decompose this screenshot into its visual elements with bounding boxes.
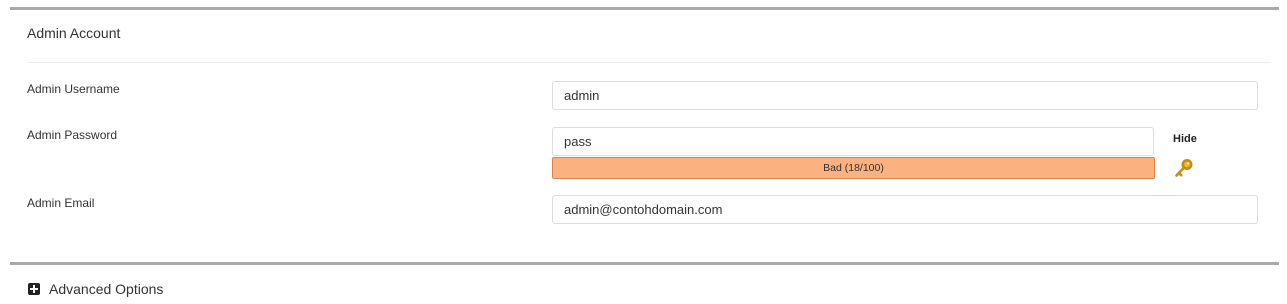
password-strength-text: Bad (18/100) bbox=[823, 162, 884, 174]
admin-email-label: Admin Email bbox=[27, 196, 95, 210]
plus-square-icon bbox=[28, 283, 40, 295]
section-divider bbox=[27, 62, 1271, 63]
advanced-options-toggle[interactable]: Advanced Options bbox=[28, 281, 163, 297]
admin-username-label: Admin Username bbox=[27, 82, 120, 96]
panel-top-border bbox=[10, 7, 1279, 10]
admin-email-input[interactable] bbox=[552, 195, 1258, 224]
advanced-options-label: Advanced Options bbox=[49, 281, 164, 297]
admin-username-input[interactable] bbox=[552, 81, 1258, 110]
hide-password-link[interactable]: Hide bbox=[1173, 133, 1197, 145]
password-strength-meter: Bad (18/100) bbox=[552, 157, 1155, 179]
admin-password-input[interactable] bbox=[552, 127, 1154, 156]
advanced-panel-top-border bbox=[10, 262, 1279, 265]
admin-password-label: Admin Password bbox=[27, 128, 118, 142]
section-title: Admin Account bbox=[27, 25, 121, 41]
key-icon[interactable] bbox=[1173, 157, 1195, 179]
